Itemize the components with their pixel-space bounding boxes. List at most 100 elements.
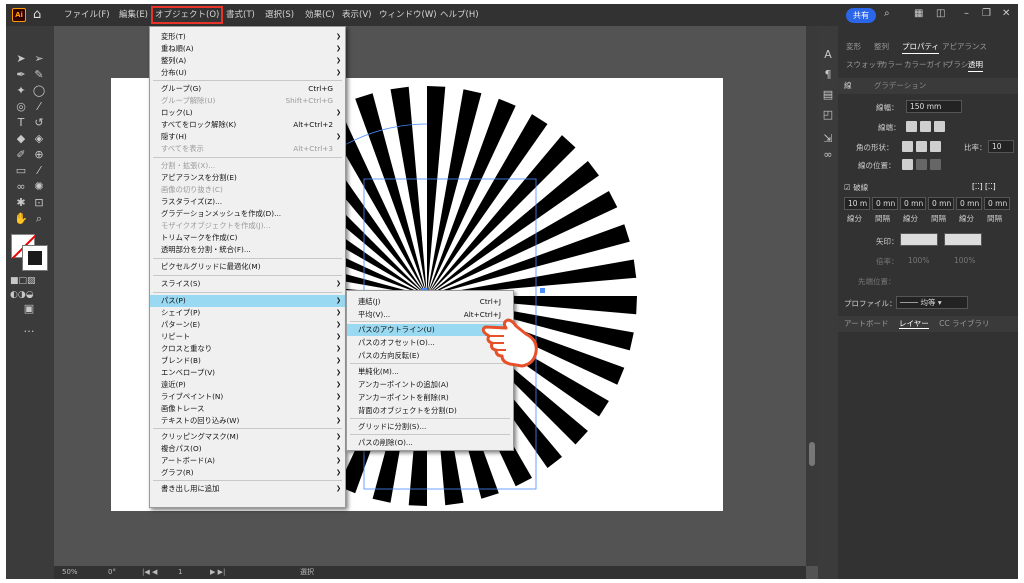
path-menu-item[interactable]: 連結(J) Ctrl+J [347,296,513,308]
object-menu-item[interactable]: 透明部分を分割・統合(F)... [150,244,345,256]
object-menu-item[interactable]: クロスと重なり ❯ [150,343,345,355]
tab-align[interactable]: 整列 [874,40,889,54]
paintbrush-icon[interactable]: ⁄ [32,100,46,114]
zoom-level[interactable]: 50% [62,566,78,579]
butt-cap-button[interactable] [906,121,917,132]
tab-cc-libraries[interactable]: CC ライブラリ [939,319,989,328]
object-menu-item[interactable]: アピアランスを分割(E) [150,172,345,184]
menu-effect[interactable]: 効果(C) [303,8,337,22]
tab-artboards[interactable]: アートボード [844,319,889,328]
object-menu-item[interactable]: 分布(U) ❯ [150,67,345,79]
object-menu-item[interactable]: グラデーションメッシュを作成(D)... [150,208,345,220]
menu-select[interactable]: 選択(S) [263,8,296,22]
path-menu-item[interactable]: パスの削除(O)... [347,437,513,449]
artboard-tool-icon[interactable]: ⊡ [32,196,46,210]
workspace-icon[interactable]: ▦ [914,8,923,19]
link-icon[interactable]: ∞ [821,148,835,162]
menu-object[interactable]: オブジェクト(O) [150,6,224,24]
rotate-tool-icon[interactable]: ↺ [32,116,46,130]
object-menu-item[interactable]: モザイクオブジェクトを作成(J)... [150,220,345,232]
share-button[interactable]: 共有 [846,8,876,23]
path-menu-item[interactable]: アンカーポイントの追加(A) [347,379,513,391]
menu-window[interactable]: ウィンドウ(W) [377,8,439,22]
curvature-tool-icon[interactable]: ✎ [32,68,46,82]
path-menu-item[interactable]: グリッドに分割(S)... [347,421,513,433]
character-panel-icon[interactable]: A [821,48,835,62]
bevel-join-button[interactable] [930,141,941,152]
object-menu-item[interactable]: ロック(L) ❯ [150,107,345,119]
object-menu-item[interactable]: 画像トレース ❯ [150,403,345,415]
dash-align-icon[interactable]: [⁚⁚] [⁚⁚] [972,182,996,191]
tab-layers[interactable]: レイヤー [898,319,929,329]
scale-start-value[interactable]: 100% [908,256,929,265]
object-menu-item[interactable]: 重ね順(A) ❯ [150,43,345,55]
path-menu-item[interactable]: アンカーポイントを削除(R) [347,392,513,404]
dash-3-input[interactable]: 0 mn [956,197,982,210]
direct-selection-tool-icon[interactable]: ➢ [32,52,46,66]
dash-1-input[interactable]: 10 m [844,197,870,210]
object-menu-item[interactable]: シェイプ(P) ❯ [150,307,345,319]
home-icon[interactable]: ⌂ [33,7,41,22]
spiral-tool-icon[interactable]: ◎ [14,100,28,114]
menu-type[interactable]: 書式(T) [224,8,257,22]
object-menu-item[interactable]: パス(P) ❯ [150,295,345,307]
path-menu-item[interactable]: 背面のオブジェクトを分割(D) [347,405,513,417]
miter-join-button[interactable] [902,141,913,152]
scale-tool-icon[interactable]: ◈ [32,132,46,146]
artboard-nav-next-icon[interactable]: ▶ ▶| [210,566,225,579]
ellipse-tool-icon[interactable]: ◯ [32,84,46,98]
tab-stroke[interactable]: 線 [844,81,852,90]
dashed-line-checkbox[interactable]: ☑ 破線 [844,182,868,193]
hand-tool-icon[interactable]: ✋ [14,212,28,226]
object-menu-item[interactable]: 整列(A) ❯ [150,55,345,67]
gap-3-input[interactable]: 0 mn [984,197,1010,210]
object-menu-item[interactable]: すべてをロック解除(K) Alt+Ctrl+2 [150,119,345,131]
zoom-tool-icon[interactable]: ⌕ [32,212,46,226]
object-menu-item[interactable]: アートボード(A) ❯ [150,455,345,467]
profile-select[interactable]: ──── 均等 ▾ [896,296,968,309]
artboard-nav-icon[interactable]: |◀ ◀ [142,566,157,579]
object-menu-item[interactable]: 複合パス(O) ❯ [150,443,345,455]
tab-appearance[interactable]: アピアランス [942,40,987,54]
pencil-tool-icon[interactable]: ✐ [14,148,28,162]
gap-1-input[interactable]: 0 mn [872,197,898,210]
draw-mode-icon[interactable]: ◐◑◒ [10,288,34,302]
pen-tool-icon[interactable]: ✒ [14,68,28,82]
object-menu-item[interactable]: 変形(T) ❯ [150,31,345,43]
object-menu-item[interactable]: ピクセルグリッドに最適化(M) [150,261,345,273]
object-menu-item[interactable]: パターン(E) ❯ [150,319,345,331]
selection-tool-icon[interactable]: ➤ [14,52,28,66]
paragraph-panel-icon[interactable]: ¶ [821,68,835,82]
magic-wand-icon[interactable]: ✦ [14,84,28,98]
tab-properties[interactable]: プロパティ [902,40,940,54]
eraser-tool-icon[interactable]: ◆ [14,132,28,146]
object-menu-item[interactable]: クリッピングマスク(M) ❯ [150,431,345,443]
type-tool-icon[interactable]: T [14,116,28,130]
object-menu-item[interactable]: 隠す(H) ❯ [150,131,345,143]
menu-help[interactable]: ヘルプ(H) [438,8,481,22]
menu-view[interactable]: 表示(V) [340,8,373,22]
export-icon[interactable]: ⇲ [821,132,835,146]
symbol-sprayer-icon[interactable]: ✺ [32,180,46,194]
tab-color-guide[interactable]: カラーガイド [904,58,949,72]
arrow-end-select[interactable] [944,233,982,246]
tab-transparency[interactable]: 透明 [968,58,983,72]
object-menu-item[interactable]: 書き出し用に追加 ❯ [150,483,345,495]
tab-gradient[interactable]: グラデーション [874,81,926,90]
object-menu-item[interactable]: 遠近(P) ❯ [150,379,345,391]
menu-edit[interactable]: 編集(E) [117,8,150,22]
object-menu-item[interactable]: ラスタライズ(Z)... [150,196,345,208]
object-menu-item[interactable]: 分割・拡張(X)... [150,160,345,172]
puppet-warp-icon[interactable]: ✱ [14,196,28,210]
search-icon[interactable]: ⌕ [884,8,890,19]
blend-tool-icon[interactable]: ∞ [14,180,28,194]
object-menu-item[interactable]: ブレンド(B) ❯ [150,355,345,367]
round-cap-button[interactable] [920,121,931,132]
object-menu-item[interactable]: 画像の切り抜き(C) [150,184,345,196]
vertical-scrollbar[interactable] [806,26,818,566]
object-menu-item[interactable]: スライス(S) ❯ [150,278,345,290]
transform-icon[interactable]: ◰ [821,108,835,122]
screen-mode-icon[interactable]: ▣ [22,302,36,316]
menu-file[interactable]: ファイル(F) [62,8,112,22]
close-icon[interactable]: ✕ [1002,8,1010,19]
